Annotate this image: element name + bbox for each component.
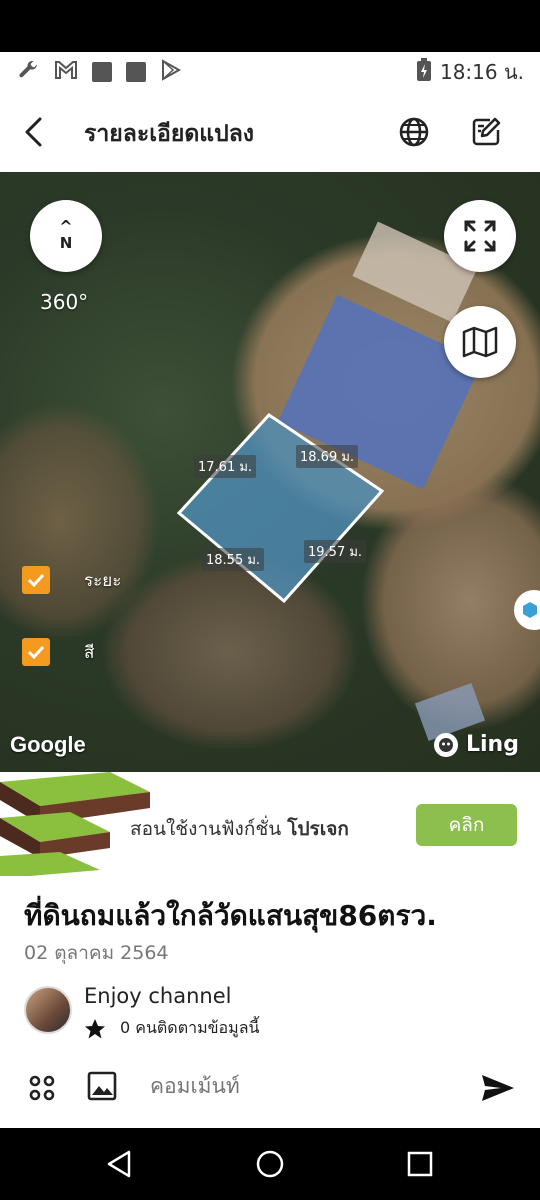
gmail-icon [54, 60, 78, 84]
status-bar: 18:16 น. [0, 52, 540, 92]
system-nav-bar [0, 1128, 540, 1200]
dimension-label: 17.61 ม. [194, 455, 257, 478]
plot-date: 02 ตุลาคม 2564 [24, 942, 169, 964]
distance-toggle-label: ระยะ [84, 570, 122, 591]
cube-icon [523, 602, 537, 618]
rotation-degree: 360° [40, 290, 89, 314]
send-button[interactable] [476, 1068, 520, 1108]
satellite-map[interactable]: 17.61 ม. 18.69 ม. 18.55 ม. 19.57 ม. ^ N … [0, 172, 540, 772]
banner-text-bold: โปรเจก [287, 818, 349, 840]
comment-input[interactable] [150, 1066, 450, 1106]
page-title: รายละเอียดแปลง [84, 121, 255, 147]
dimension-label: 18.69 ม. [296, 445, 359, 468]
top-black-bar [0, 0, 540, 52]
compass-label: N [59, 234, 73, 252]
edit-button[interactable] [466, 112, 506, 152]
image-button[interactable] [84, 1068, 120, 1104]
comment-composer [0, 1056, 540, 1128]
map-type-button[interactable] [444, 306, 516, 378]
status-time: 18:16 น. [439, 60, 524, 84]
app-icon [126, 62, 146, 82]
send-icon [482, 1075, 514, 1101]
nav-home-button[interactable] [252, 1146, 288, 1182]
nav-recents-button[interactable] [402, 1146, 438, 1182]
ling-attribution: Ling [434, 732, 519, 757]
wrench-icon [16, 58, 40, 86]
apps-grid-icon [29, 1075, 55, 1101]
banner-click-button[interactable]: คลิก [416, 804, 517, 846]
nav-back-icon [107, 1150, 131, 1178]
fullscreen-icon [464, 220, 496, 252]
owner-info[interactable]: Enjoy channel 0 คนติดตามข้อมูลนี้ [24, 984, 524, 1040]
follower-count-text: 0 คนติดตามข้อมูลนี้ [120, 1018, 260, 1037]
plot-polygon[interactable] [176, 413, 385, 604]
compass-button[interactable]: ^ N [30, 200, 102, 272]
globe-icon [399, 117, 429, 147]
nav-home-icon [256, 1150, 284, 1178]
north-arrow-icon: ^ [59, 217, 73, 236]
checkbox-checked-icon[interactable] [22, 566, 50, 594]
distance-toggle[interactable]: ระยะ [22, 566, 121, 594]
checkbox-checked-icon[interactable] [22, 638, 50, 666]
fullscreen-button[interactable] [444, 200, 516, 272]
app-icon [92, 62, 112, 82]
color-toggle[interactable]: สี [22, 638, 94, 666]
google-attribution: Google [10, 732, 86, 757]
color-toggle-label: สี [84, 642, 95, 663]
banner-text: สอนใช้งานฟังก์ชั่น โปรเจก [130, 814, 349, 844]
play-store-icon [160, 59, 182, 85]
ling-logo-icon [434, 732, 458, 757]
battery-charging-icon [416, 57, 432, 87]
edit-icon [472, 117, 501, 146]
avatar[interactable] [24, 986, 72, 1034]
globe-button[interactable] [394, 112, 434, 152]
ling-attribution-text: Ling [466, 732, 519, 757]
nav-recents-icon [407, 1151, 433, 1177]
nav-back-button[interactable] [102, 1146, 138, 1182]
back-arrow-icon [25, 117, 42, 147]
map-icon [462, 326, 498, 358]
star-icon[interactable] [84, 1018, 106, 1040]
tutorial-banner[interactable]: สอนใช้งานฟังก์ชั่น โปรเจก คลิก [0, 772, 540, 876]
banner-text-prefix: สอนใช้งานฟังก์ชั่น [130, 818, 282, 840]
back-button[interactable] [14, 112, 54, 152]
image-icon [87, 1071, 117, 1101]
owner-name[interactable]: Enjoy channel [84, 984, 231, 1008]
dimension-label: 19.57 ม. [304, 540, 367, 563]
farm-illustration [0, 772, 150, 876]
plot-title: ที่ดินถมแล้วใกล้วัดแสนสุข86ตรว. [24, 899, 437, 932]
follower-count: 0 คนติดตามข้อมูลนี้ [84, 1016, 259, 1041]
app-bar: รายละเอียดแปลง [0, 92, 540, 172]
dimension-label: 18.55 ม. [202, 548, 265, 571]
apps-button[interactable] [24, 1070, 60, 1106]
